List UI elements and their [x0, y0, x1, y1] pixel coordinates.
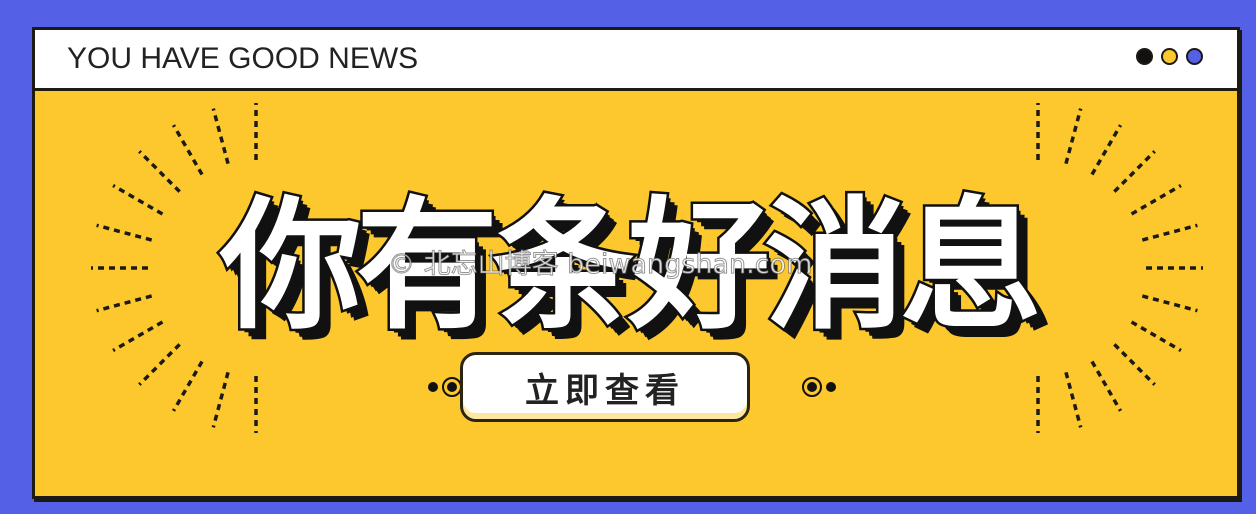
- right-ray: [1090, 360, 1123, 412]
- view-now-button[interactable]: 立即查看: [460, 352, 750, 422]
- ring-icon: [442, 377, 462, 397]
- dot-icon: [826, 382, 836, 392]
- watermark: © 北忘山博客 beiwangshan.com: [387, 249, 813, 281]
- left-ray: [171, 360, 204, 412]
- left-ray: [211, 371, 230, 428]
- right-ray: [1064, 371, 1083, 428]
- right-ornament: [802, 377, 836, 397]
- dot-icon: [428, 382, 438, 392]
- ring-icon: [802, 377, 822, 397]
- left-ornament: [428, 377, 462, 397]
